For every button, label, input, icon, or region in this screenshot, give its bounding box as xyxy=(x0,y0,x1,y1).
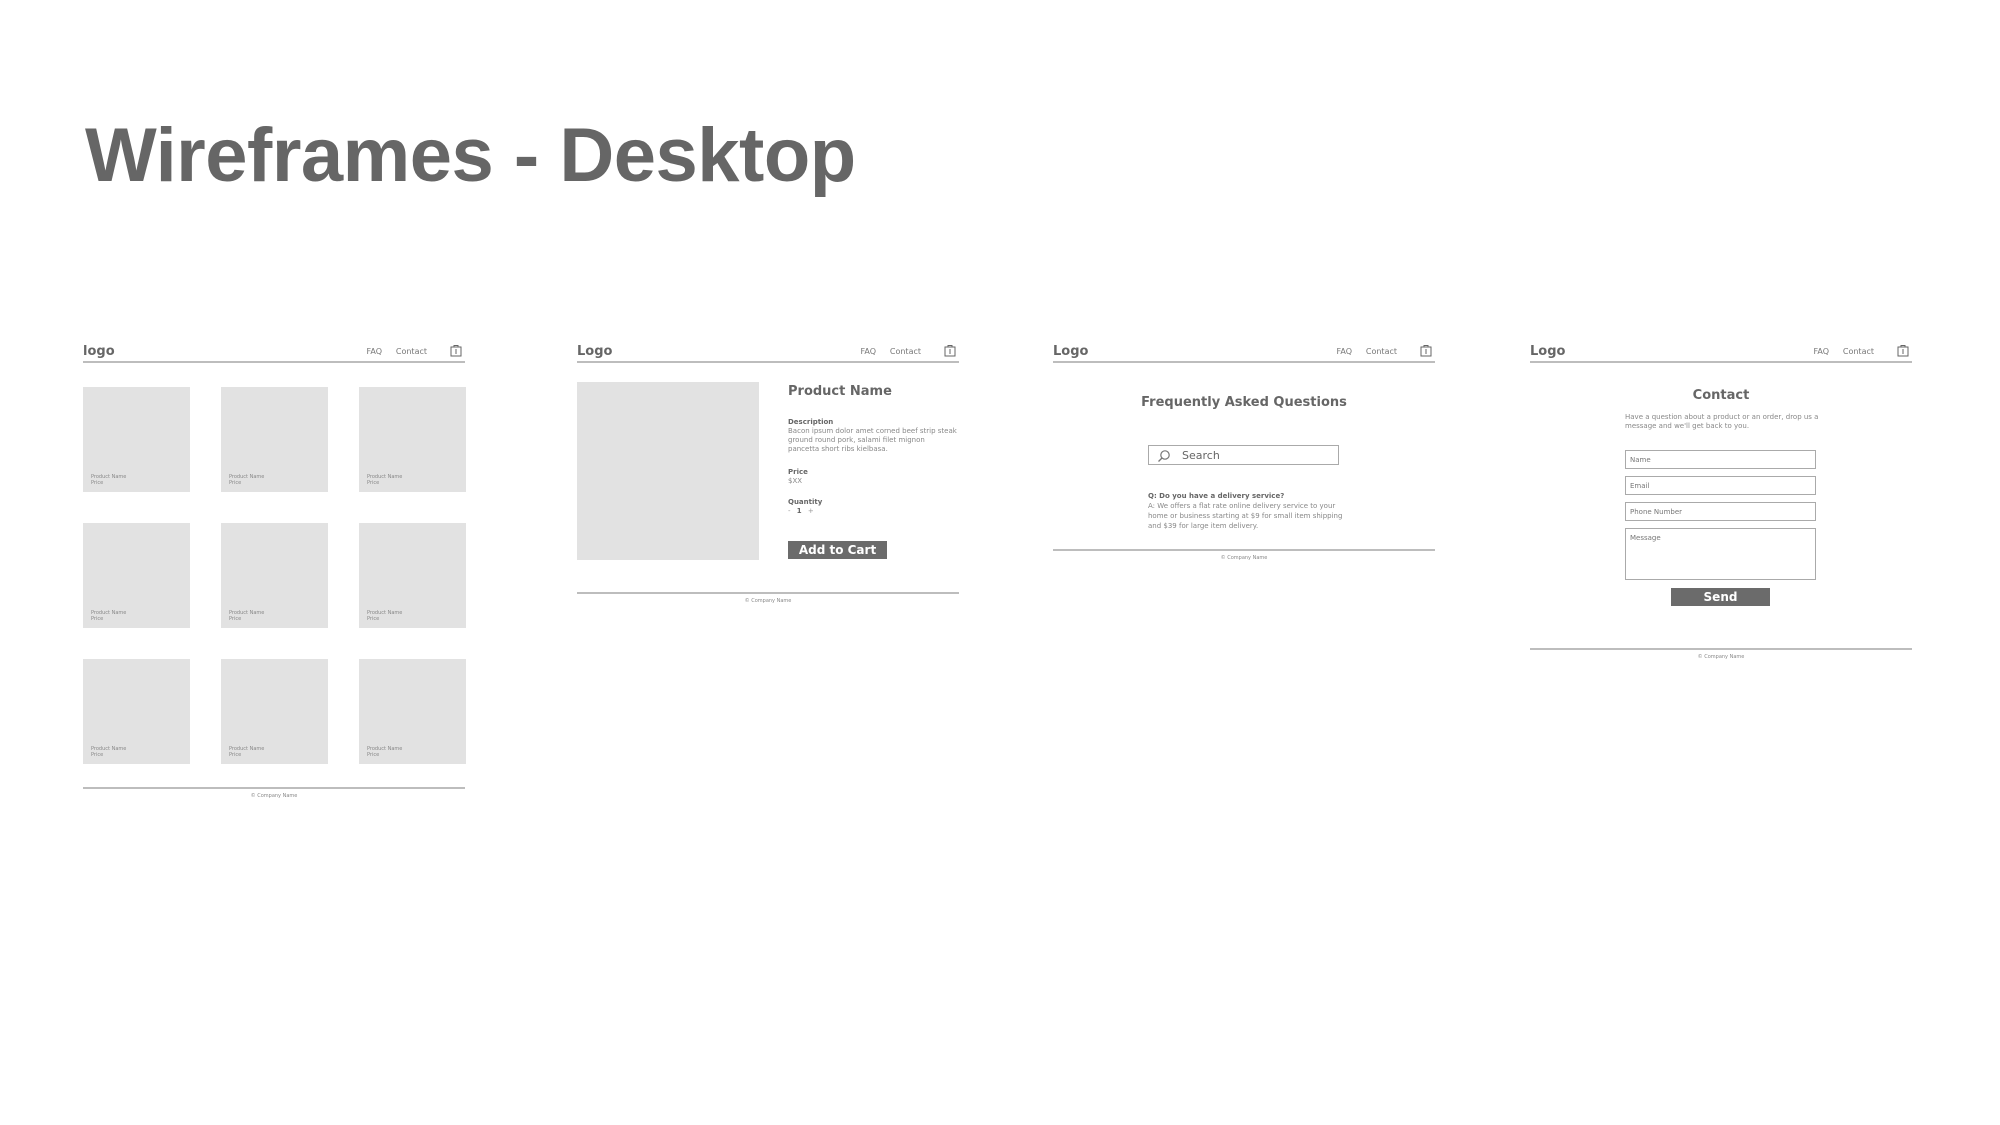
qty-increment-button[interactable]: + xyxy=(808,507,814,515)
search-input[interactable]: Search xyxy=(1148,445,1339,465)
product-image-placeholder xyxy=(577,382,759,560)
footer-divider xyxy=(1053,549,1435,551)
site-header: Logo FAQ Contact xyxy=(1053,340,1435,363)
logo[interactable]: Logo xyxy=(1530,344,1565,359)
phone-placeholder: Phone Number xyxy=(1630,508,1683,516)
wireframe-contact: Logo FAQ Contact Contact Have a question… xyxy=(1530,340,1912,660)
footer-divider xyxy=(1530,648,1912,650)
wireframe-product-grid: logo FAQ Contact Product Name Price Produ… xyxy=(83,340,466,799)
site-header: Logo FAQ Contact xyxy=(1530,340,1912,363)
description-label: Description xyxy=(788,418,834,426)
site-header: logo FAQ Contact xyxy=(83,340,465,363)
wireframe-faq: Logo FAQ Contact Frequently Asked Questi… xyxy=(1053,340,1435,561)
logo[interactable]: logo xyxy=(83,344,115,359)
product-card[interactable]: Product Name Price xyxy=(221,523,328,628)
logo[interactable]: Logo xyxy=(1053,344,1088,359)
add-to-cart-button[interactable]: Add to Cart xyxy=(788,541,887,559)
nav-faq-link[interactable]: FAQ xyxy=(1337,347,1353,356)
shopping-bag-icon[interactable] xyxy=(1420,344,1432,357)
product-card[interactable]: Product Name Price xyxy=(83,387,190,492)
product-card-price: Price xyxy=(367,616,380,622)
price-value: $XX xyxy=(788,477,803,485)
nav-faq-link[interactable]: FAQ xyxy=(861,347,877,356)
product-card-price: Price xyxy=(229,480,242,486)
send-button[interactable]: Send xyxy=(1671,588,1770,606)
name-field[interactable]: Name xyxy=(1625,450,1816,469)
shopping-bag-icon[interactable] xyxy=(944,344,956,357)
faq-question: Q: Do you have a delivery service? xyxy=(1148,492,1285,500)
product-name: Product Name xyxy=(788,384,892,399)
email-placeholder: Email xyxy=(1630,482,1650,490)
qty-decrement-button[interactable]: - xyxy=(788,507,791,515)
nav-faq-link[interactable]: FAQ xyxy=(367,347,383,356)
contact-heading: Contact xyxy=(1692,388,1750,403)
logo[interactable]: Logo xyxy=(577,344,612,359)
phone-field[interactable]: Phone Number xyxy=(1625,502,1816,521)
page-title: Wireframes - Desktop xyxy=(85,113,856,198)
nav-contact-link[interactable]: Contact xyxy=(1843,347,1874,356)
product-card-price: Price xyxy=(91,480,104,486)
faq-heading: Frequently Asked Questions xyxy=(1141,395,1347,410)
nav-contact-link[interactable]: Contact xyxy=(1366,347,1397,356)
description-text: Bacon ipsum dolor amet corned beef strip… xyxy=(788,427,957,453)
product-card[interactable]: Product Name Price xyxy=(359,523,466,628)
quantity-label: Quantity xyxy=(788,498,823,506)
price-label: Price xyxy=(788,468,808,476)
message-placeholder: Message xyxy=(1630,534,1661,542)
footer-copyright: © Company Name xyxy=(250,793,298,799)
shopping-bag-icon[interactable] xyxy=(450,344,462,357)
footer-divider xyxy=(577,592,959,594)
footer-copyright: © Company Name xyxy=(744,598,792,604)
product-card-price: Price xyxy=(367,480,380,486)
search-placeholder: Search xyxy=(1182,449,1220,462)
nav-faq-link[interactable]: FAQ xyxy=(1814,347,1830,356)
contact-subtext: Have a question about a product or an or… xyxy=(1625,413,1819,430)
product-card[interactable]: Product Name Price xyxy=(83,659,190,764)
product-card[interactable]: Product Name Price xyxy=(221,387,328,492)
name-placeholder: Name xyxy=(1630,456,1651,464)
shopping-bag-icon[interactable] xyxy=(1897,344,1909,357)
footer-copyright: © Company Name xyxy=(1697,654,1745,660)
product-card[interactable]: Product Name Price xyxy=(221,659,328,764)
search-icon xyxy=(1158,450,1170,462)
wireframe-product-detail: Logo FAQ Contact Product Name Descriptio… xyxy=(577,340,959,604)
qty-value: 1 xyxy=(796,507,802,515)
quantity-stepper[interactable]: - 1 + xyxy=(788,507,814,515)
product-card-price: Price xyxy=(229,616,242,622)
site-header: Logo FAQ Contact xyxy=(577,340,959,363)
product-card-price: Price xyxy=(229,752,242,758)
product-card[interactable]: Product Name Price xyxy=(359,387,466,492)
product-card-price: Price xyxy=(367,752,380,758)
footer-divider xyxy=(83,787,465,789)
faq-answer: A: We offers a flat rate online delivery… xyxy=(1148,502,1343,530)
email-field[interactable]: Email xyxy=(1625,476,1816,495)
footer-copyright: © Company Name xyxy=(1220,555,1268,561)
message-field[interactable]: Message xyxy=(1625,528,1816,580)
nav-contact-link[interactable]: Contact xyxy=(890,347,921,356)
nav-contact-link[interactable]: Contact xyxy=(396,347,427,356)
product-card[interactable]: Product Name Price xyxy=(83,523,190,628)
product-card-price: Price xyxy=(91,616,104,622)
product-card-price: Price xyxy=(91,752,104,758)
product-card[interactable]: Product Name Price xyxy=(359,659,466,764)
